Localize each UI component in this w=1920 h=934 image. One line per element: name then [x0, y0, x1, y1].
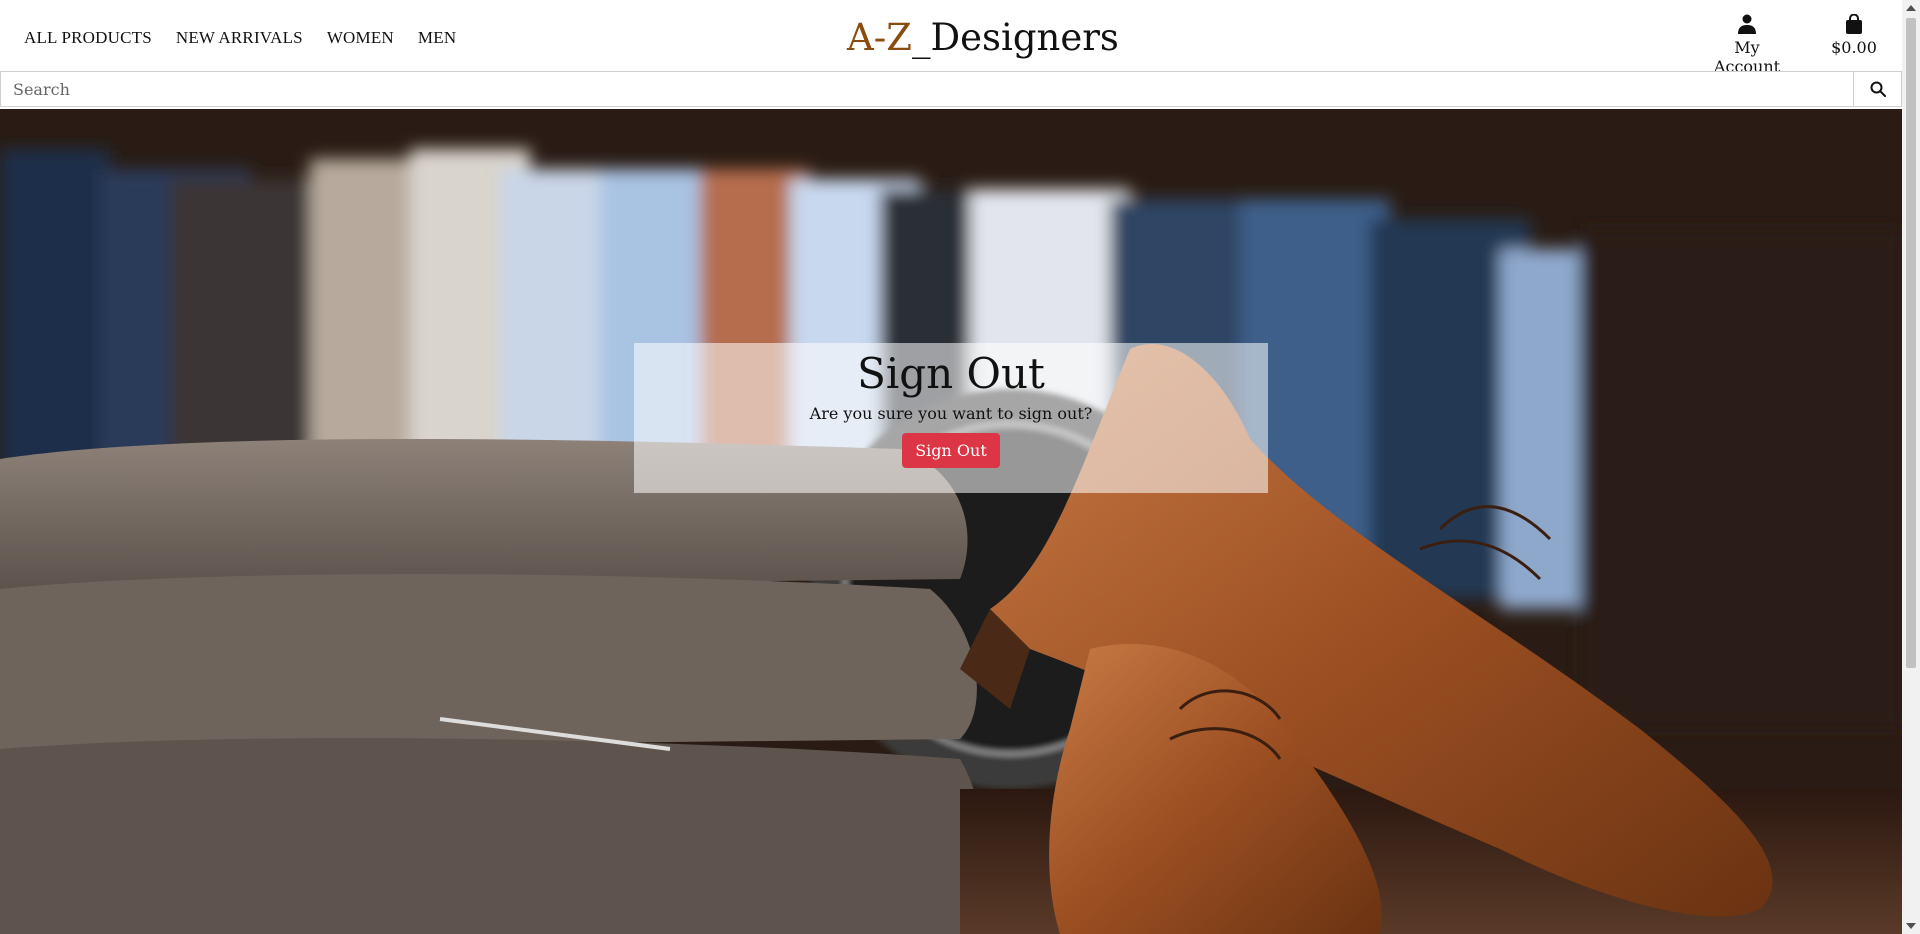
- nav-men[interactable]: MEN: [418, 28, 456, 48]
- signout-title: Sign Out: [857, 349, 1045, 398]
- hero-background-image: [0, 109, 1902, 934]
- search-icon: [1870, 81, 1886, 97]
- search-button[interactable]: [1854, 71, 1902, 107]
- search-bar: [0, 71, 1902, 110]
- signout-panel: Sign Out Are you sure you want to sign o…: [634, 343, 1268, 493]
- signout-button[interactable]: Sign Out: [902, 433, 1000, 468]
- nav-new-arrivals[interactable]: NEW ARRIVALS: [176, 28, 303, 48]
- nav-all-products[interactable]: ALL PRODUCTS: [24, 28, 152, 48]
- page-scrollbar[interactable]: [1902, 0, 1920, 934]
- cart-link[interactable]: $0.00: [1826, 14, 1882, 57]
- nav-women[interactable]: WOMEN: [327, 28, 394, 48]
- my-account-link[interactable]: My Account: [1702, 14, 1792, 76]
- user-icon: [1738, 14, 1756, 34]
- signout-message: Are you sure you want to sign out?: [809, 404, 1093, 423]
- site-header: ALL PRODUCTS NEW ARRIVALS WOMEN MEN A-Z_…: [0, 0, 1902, 76]
- scrollbar-thumb[interactable]: [1906, 18, 1916, 668]
- hero-illustration: [0, 109, 1902, 934]
- scroll-down-arrow-icon[interactable]: [1906, 923, 1916, 929]
- cart-total: $0.00: [1831, 38, 1877, 57]
- brand-logo[interactable]: A-Z_Designers: [847, 16, 1119, 59]
- scroll-up-arrow-icon[interactable]: [1906, 5, 1916, 11]
- main-nav: ALL PRODUCTS NEW ARRIVALS WOMEN MEN: [24, 28, 456, 48]
- search-input[interactable]: [0, 71, 1854, 107]
- shopping-bag-icon: [1846, 14, 1862, 34]
- brand-suffix: _Designers: [911, 16, 1119, 59]
- brand-prefix: A-Z: [847, 16, 912, 59]
